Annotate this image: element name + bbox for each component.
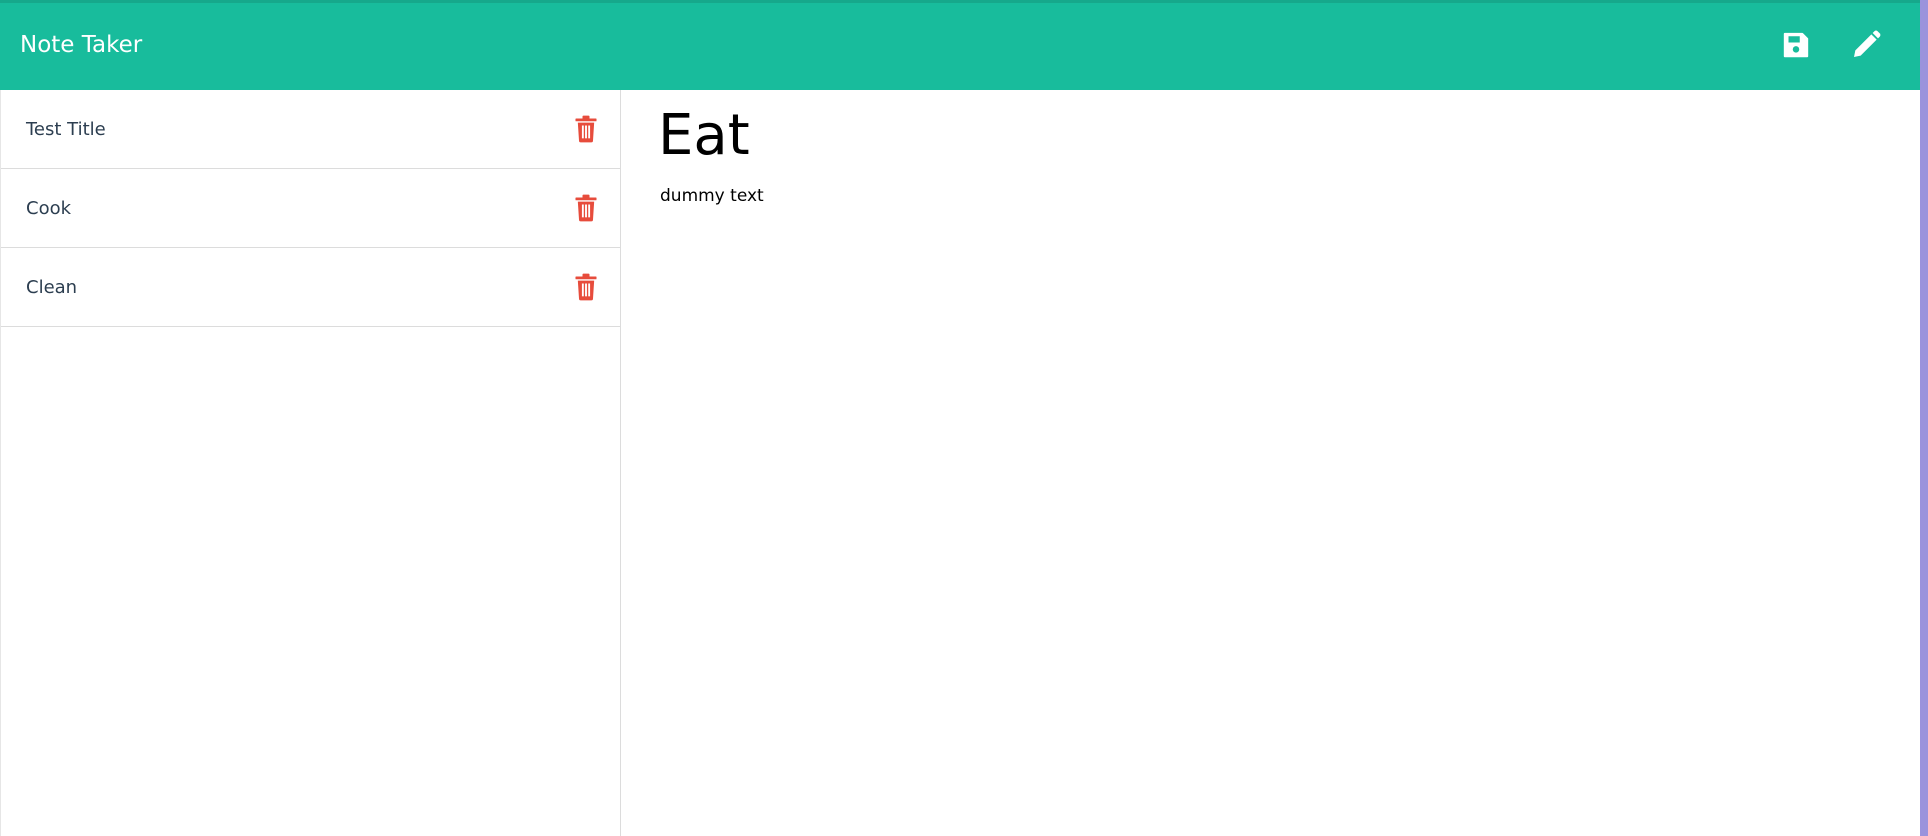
save-note-button[interactable]: [1776, 25, 1816, 65]
window-edge: [1920, 0, 1928, 836]
save-icon: [1783, 32, 1809, 58]
pencil-icon: [1854, 30, 1881, 57]
app-brand[interactable]: Note Taker: [20, 30, 142, 60]
new-note-button[interactable]: [1846, 25, 1886, 65]
note-text-input[interactable]: dummy text: [660, 186, 1860, 586]
trash-icon[interactable]: [574, 115, 598, 143]
note-editor: dummy text: [622, 90, 1920, 836]
list-item[interactable]: Cook: [1, 169, 620, 248]
note-list: Test Title Cook Clean: [1, 90, 620, 327]
trash-icon[interactable]: [574, 273, 598, 301]
note-title: Cook: [26, 197, 72, 219]
note-title-input[interactable]: [658, 100, 1858, 170]
navbar: Note Taker: [0, 0, 1920, 90]
trash-icon[interactable]: [574, 194, 598, 222]
notes-sidebar: Test Title Cook Clean: [0, 90, 621, 836]
app-window: Note Taker Test Title Cook Clean Eat dum…: [0, 0, 1920, 836]
note-title: Clean: [26, 276, 78, 298]
list-item[interactable]: Clean: [1, 248, 620, 327]
note-title: Test Title: [26, 118, 106, 140]
list-item[interactable]: Test Title: [1, 90, 620, 169]
